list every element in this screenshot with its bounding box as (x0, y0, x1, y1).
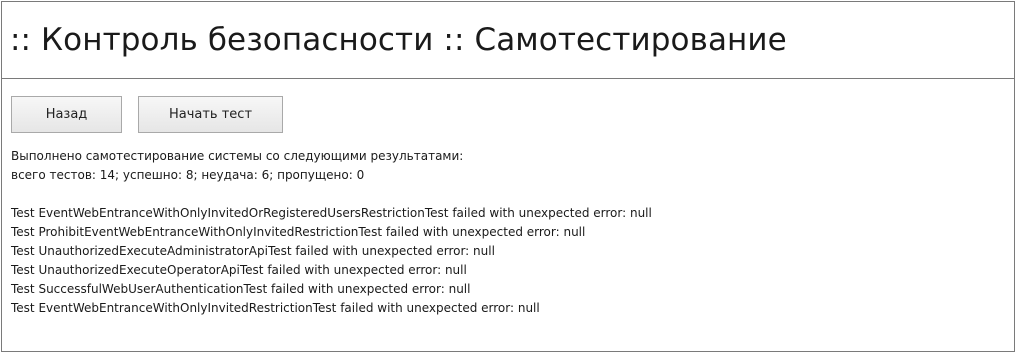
start-test-button[interactable]: Начать тест (138, 96, 283, 133)
failure-line: Test ProhibitEventWebEntranceWithOnlyInv… (11, 225, 586, 239)
results-intro: Выполнено самотестирование системы со сл… (11, 149, 464, 163)
back-button[interactable]: Назад (11, 96, 122, 133)
page-title: :: Контроль безопасности :: Самотестиров… (10, 22, 787, 58)
failure-line: Test SuccessfulWebUserAuthenticationTest… (11, 282, 471, 296)
failure-line: Test EventWebEntranceWithOnlyInvitedOrRe… (11, 206, 652, 220)
results-spacer (11, 185, 1014, 204)
main-content: Назад Начать тест Выполнено самотестиров… (2, 79, 1014, 318)
page-frame: :: Контроль безопасности :: Самотестиров… (1, 1, 1015, 352)
page-header: :: Контроль безопасности :: Самотестиров… (2, 2, 1014, 79)
failure-line: Test UnauthorizedExecuteAdministratorApi… (11, 244, 495, 258)
results-text: Выполнено самотестирование системы со сл… (11, 147, 1014, 318)
results-stats: всего тестов: 14; успешно: 8; неудача: 6… (11, 168, 365, 182)
failure-line: Test UnauthorizedExecuteOperatorApiTest … (11, 263, 467, 277)
failure-line: Test EventWebEntranceWithOnlyInvitedRest… (11, 301, 540, 315)
button-bar: Назад Начать тест (11, 96, 1014, 133)
